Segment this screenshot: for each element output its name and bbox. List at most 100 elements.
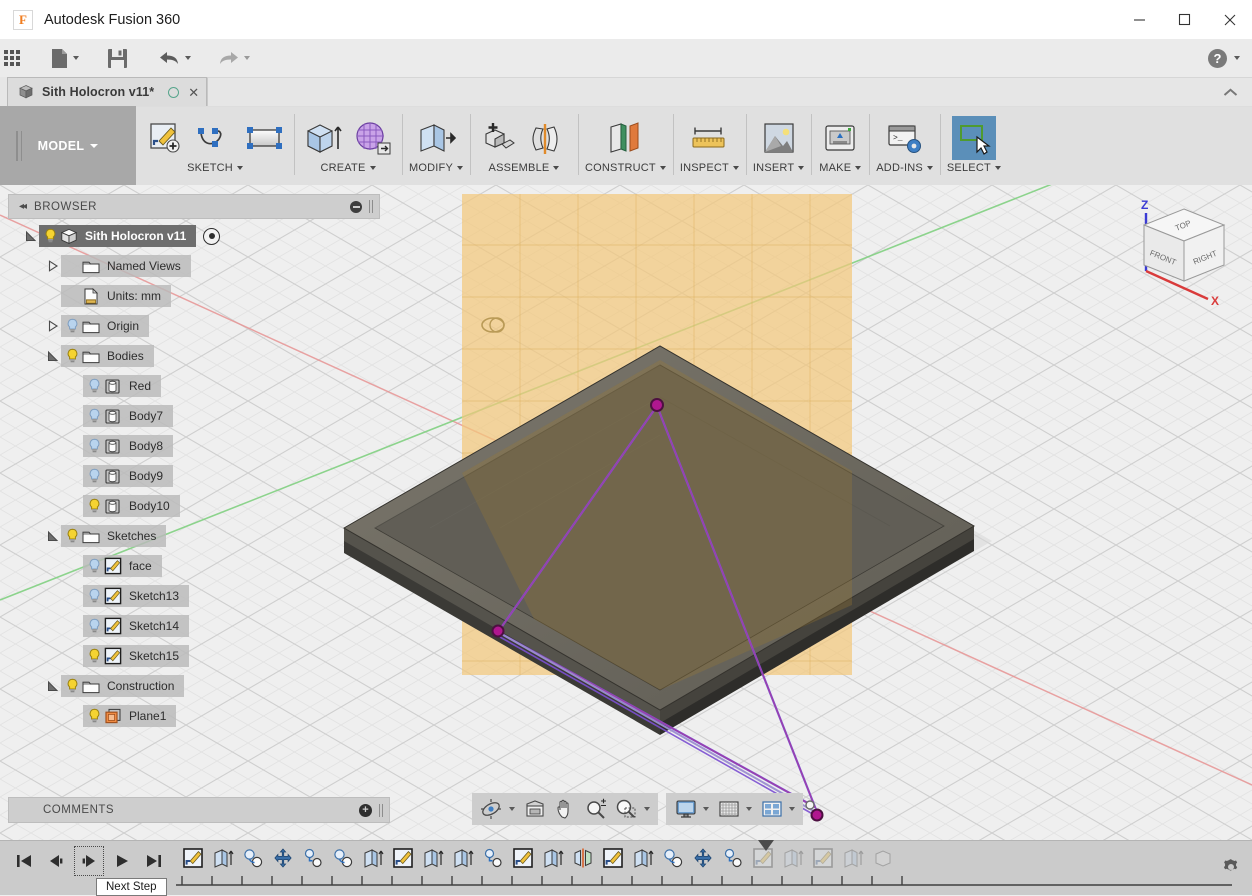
- visibility-bulb-icon[interactable]: [64, 528, 81, 544]
- timeline-marker[interactable]: [758, 840, 774, 851]
- browser-resize-grip[interactable]: [369, 200, 373, 213]
- browser-item-named-views[interactable]: Named Views: [61, 255, 191, 277]
- visibility-bulb-icon[interactable]: [86, 378, 103, 394]
- viewports-icon[interactable]: [756, 795, 799, 823]
- browser-item-body10[interactable]: Body10: [83, 495, 180, 517]
- browser-item-body8[interactable]: Body8: [83, 435, 174, 457]
- add-comment-icon[interactable]: +: [359, 803, 372, 817]
- go-to-beginning-icon[interactable]: [10, 847, 38, 875]
- comments-resize-grip[interactable]: [379, 803, 383, 817]
- visibility-bulb-icon[interactable]: [64, 318, 81, 334]
- timeline-track[interactable]: [174, 840, 1232, 891]
- select-window-icon[interactable]: [951, 116, 996, 160]
- ribbon-group-label-select[interactable]: SELECT: [947, 162, 1001, 174]
- visibility-bulb-icon[interactable]: [86, 408, 103, 424]
- create-form-icon[interactable]: [351, 116, 395, 160]
- browser-item-sketch15[interactable]: Sketch15: [83, 645, 190, 667]
- browser-item-red[interactable]: Red: [83, 375, 162, 397]
- extrude-icon[interactable]: [301, 116, 345, 160]
- workspace-switcher-model[interactable]: MODEL: [0, 106, 136, 185]
- go-to-end-icon[interactable]: [140, 847, 168, 875]
- tree-twisty-icon[interactable]: [44, 530, 61, 542]
- pan-icon[interactable]: [551, 795, 581, 823]
- activate-component-radio[interactable]: [203, 227, 221, 245]
- visibility-bulb-icon[interactable]: [64, 678, 81, 694]
- browser-item-bodies[interactable]: Bodies: [61, 345, 154, 367]
- browser-item-origin[interactable]: Origin: [61, 315, 150, 337]
- timeline-feature-shell-4[interactable]: [298, 843, 328, 873]
- ribbon-group-label-insert[interactable]: INSERT: [753, 162, 805, 174]
- ribbon-group-label-sketch[interactable]: SKETCH: [187, 162, 243, 174]
- view-cube[interactable]: Z X TOP FRONT RIGHT: [1122, 195, 1247, 310]
- app-grid-icon[interactable]: [0, 39, 27, 77]
- timeline-feature-combine-5[interactable]: [328, 843, 358, 873]
- visibility-bulb-icon[interactable]: [86, 588, 103, 604]
- create-sketch-icon[interactable]: [143, 116, 187, 160]
- timeline-feature-combine-16[interactable]: [658, 843, 688, 873]
- browser-collapse-icon[interactable]: ◂◂: [19, 201, 27, 212]
- ribbon-group-label-modify[interactable]: MODIFY: [409, 162, 463, 174]
- timeline-feature-move-3[interactable]: [268, 843, 298, 873]
- timeline-feature-shell-10[interactable]: [478, 843, 508, 873]
- joint-icon[interactable]: [527, 116, 571, 160]
- measure-icon[interactable]: [687, 116, 731, 160]
- step-forward-icon[interactable]: [74, 846, 104, 876]
- visibility-bulb-icon[interactable]: [86, 648, 103, 664]
- comments-panel[interactable]: COMMENTS +: [8, 797, 390, 823]
- document-tab-close-icon[interactable]: ✕: [188, 86, 199, 99]
- help-icon[interactable]: ?: [1208, 48, 1227, 68]
- rectangle-icon[interactable]: [243, 116, 287, 160]
- ribbon-group-label-make[interactable]: MAKE: [819, 162, 862, 174]
- timeline-feature-extrude-6[interactable]: [358, 843, 388, 873]
- redo-icon[interactable]: [210, 39, 257, 77]
- timeline-feature-sketch-0[interactable]: [178, 843, 208, 873]
- play-icon[interactable]: [108, 847, 136, 875]
- timeline-feature-sketch-14[interactable]: [598, 843, 628, 873]
- ribbon-group-label-construct[interactable]: CONSTRUCT: [585, 162, 666, 174]
- browser-minimize-icon[interactable]: [350, 200, 362, 213]
- visibility-bulb-icon[interactable]: [86, 618, 103, 634]
- collapse-ribbon-chevron-up-icon[interactable]: [1223, 85, 1238, 100]
- timeline-feature-extrude-12[interactable]: [538, 843, 568, 873]
- timeline-feature-shell-18[interactable]: [718, 843, 748, 873]
- timeline-feature-mirror-13[interactable]: [568, 843, 598, 873]
- save-icon[interactable]: [100, 39, 135, 77]
- browser-item-plane1[interactable]: Plane1: [83, 705, 177, 727]
- tree-twisty-icon[interactable]: [22, 230, 39, 242]
- help-chevron-down-icon[interactable]: [1234, 56, 1240, 60]
- timeline-feature-sketch-7[interactable]: [388, 843, 418, 873]
- close-button[interactable]: [1207, 0, 1252, 39]
- offset-plane-icon[interactable]: [603, 116, 647, 160]
- ribbon-group-label-inspect[interactable]: INSPECT: [680, 162, 739, 174]
- timeline-feature-move-17[interactable]: [688, 843, 718, 873]
- insert-image-icon[interactable]: [757, 116, 801, 160]
- step-back-icon[interactable]: [42, 847, 70, 875]
- browser-item-face[interactable]: face: [83, 555, 162, 577]
- minimize-button[interactable]: [1117, 0, 1162, 39]
- visibility-bulb-icon[interactable]: [86, 468, 103, 484]
- timeline-feature-sketch-11[interactable]: [508, 843, 538, 873]
- tree-twisty-icon[interactable]: [44, 350, 61, 362]
- ribbon-group-label-assemble[interactable]: ASSEMBLE: [489, 162, 560, 174]
- visibility-bulb-icon[interactable]: [64, 348, 81, 364]
- spline-icon[interactable]: [193, 116, 237, 160]
- timeline-feature-extrude-15[interactable]: [628, 843, 658, 873]
- timeline-feature-extrude-1[interactable]: [208, 843, 238, 873]
- tree-twisty-icon[interactable]: [44, 680, 61, 692]
- look-at-icon[interactable]: [519, 795, 551, 823]
- press-pull-icon[interactable]: [414, 116, 458, 160]
- zoom-window-icon[interactable]: [611, 795, 654, 823]
- orbit-icon[interactable]: [476, 795, 519, 823]
- scripts-addins-icon[interactable]: >_: [883, 116, 927, 160]
- browser-item-body9[interactable]: Body9: [83, 465, 174, 487]
- visibility-bulb-icon[interactable]: [86, 558, 103, 574]
- timeline-feature-extrude-9[interactable]: [448, 843, 478, 873]
- undo-icon[interactable]: [151, 39, 198, 77]
- browser-item-units-mm[interactable]: Units: mm: [61, 285, 171, 307]
- visibility-bulb-icon[interactable]: [86, 708, 103, 724]
- file-icon[interactable]: [43, 39, 86, 77]
- document-tab-sith-holocron[interactable]: Sith Holocron v11* ✕: [7, 77, 208, 106]
- tree-twisty-icon[interactable]: [44, 320, 61, 332]
- browser-item-body7[interactable]: Body7: [83, 405, 174, 427]
- zoom-icon[interactable]: [581, 795, 611, 823]
